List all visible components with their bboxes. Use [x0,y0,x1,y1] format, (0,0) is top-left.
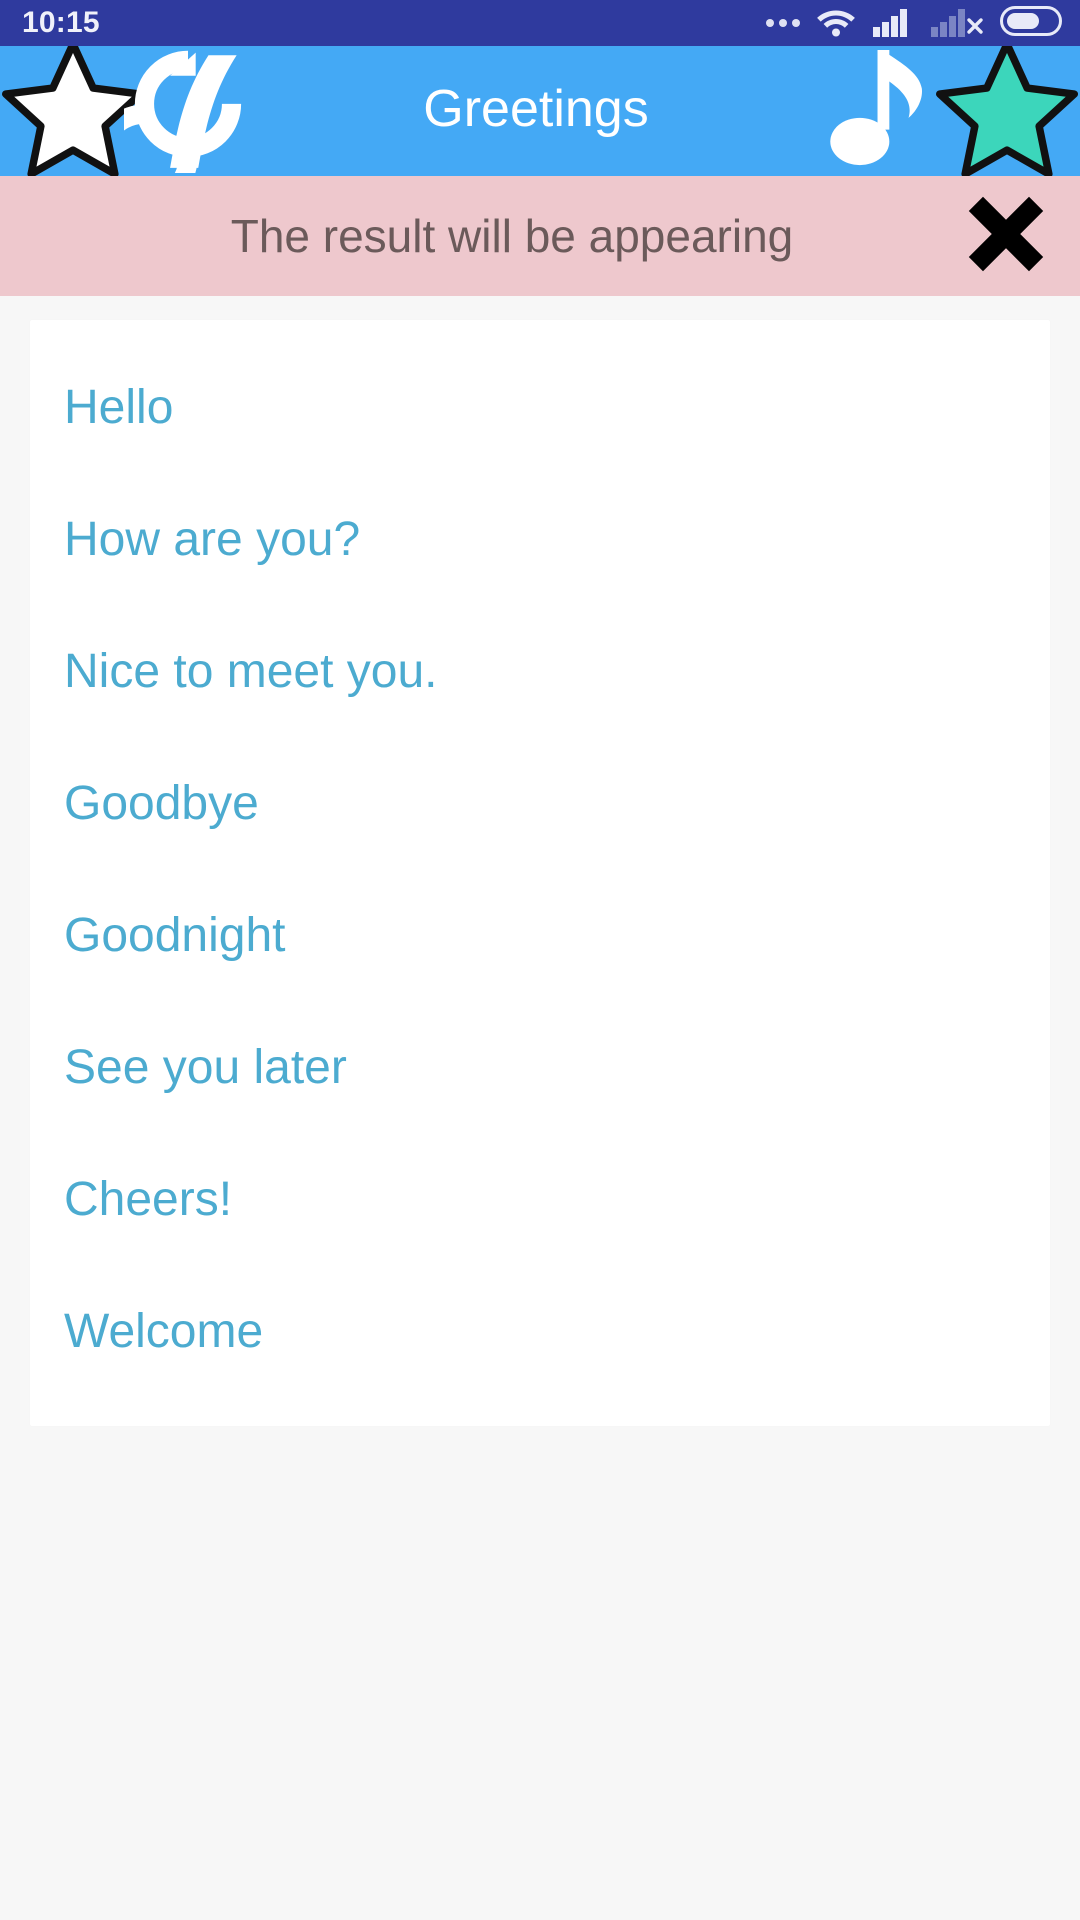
swap-languages-button[interactable] [91,46,248,176]
result-banner: The result will be appearing [0,176,1080,296]
swap-refresh-icon [91,46,252,176]
list-item-label: Goodbye [64,777,259,830]
header-left-actions [0,46,248,176]
result-message: The result will be appearing [230,210,794,262]
play-sound-button[interactable] [824,46,934,176]
close-x-icon [963,191,1049,282]
list-item-label: Cheers! [64,1173,233,1226]
page-title: Greetings [423,80,649,138]
list-item-label: How are you? [64,513,361,566]
cellular-signal-icon [872,5,914,42]
favorite-star-filled-button[interactable] [934,46,1080,176]
status-bar-clock: 10:15 [22,6,100,39]
list-item-label: Welcome [64,1305,264,1358]
close-banner-button[interactable] [954,184,1058,288]
greetings-list: Hello How are you? Nice to meet you. Goo… [30,320,1050,1426]
list-item[interactable]: See you later [30,1002,1050,1134]
list-item[interactable]: Goodbye [30,738,1050,870]
list-item-label: Hello [64,381,174,434]
list-item-label: Nice to meet you. [64,645,438,698]
wifi-icon [816,5,856,42]
cellular-signal-off-icon [930,5,984,42]
list-item[interactable]: How are you? [30,474,1050,606]
list-item-label: See you later [64,1041,347,1094]
status-bar: 10:15 [0,0,1080,46]
star-filled-icon [932,46,1080,176]
list-item[interactable]: Nice to meet you. [30,606,1050,738]
status-bar-icons [766,5,1062,42]
music-note-icon [827,47,931,176]
battery-icon [1000,5,1062,41]
more-dots-icon [766,19,800,27]
app-header: Greetings [0,46,1080,176]
list-item[interactable]: Welcome [30,1266,1050,1398]
content-area: Hello How are you? Nice to meet you. Goo… [0,296,1080,1920]
list-item[interactable]: Hello [30,342,1050,474]
list-item[interactable]: Cheers! [30,1134,1050,1266]
list-item[interactable]: Goodnight [30,870,1050,1002]
header-right-actions [824,46,1080,176]
list-item-label: Goodnight [64,909,286,962]
